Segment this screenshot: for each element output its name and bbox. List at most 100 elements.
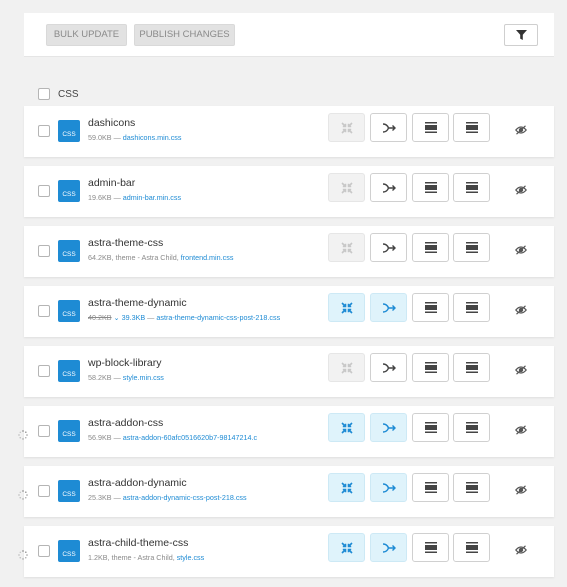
minify-button[interactable]: [328, 413, 365, 442]
defer-button[interactable]: [412, 233, 449, 262]
asset-row: CSS astra-child-theme-css 1.2KB, theme - A…: [18, 526, 554, 577]
defer-button[interactable]: [412, 113, 449, 142]
defer-button[interactable]: [412, 413, 449, 442]
asset-file-link[interactable]: admin-bar.min.css: [123, 193, 181, 202]
defer-icon: [424, 542, 437, 553]
minify-icon: [340, 541, 353, 554]
row-checkbox[interactable]: [38, 485, 50, 497]
css-file-icon: CSS: [58, 240, 80, 262]
original-size: 40.2KB: [88, 313, 112, 322]
asset-handle: astra-addon-css: [88, 417, 164, 429]
defer-icon: [424, 362, 437, 373]
eye-slash-icon: [515, 545, 527, 555]
asset-file-link[interactable]: frontend.min.css: [181, 253, 234, 262]
async-button[interactable]: [453, 533, 490, 562]
css-file-icon: CSS: [58, 180, 80, 202]
asset-meta: 19.6KB — admin-bar.min.css: [88, 193, 181, 202]
merge-arrow-icon: [382, 362, 396, 373]
minify-icon: [340, 121, 353, 134]
minify-button[interactable]: [328, 293, 365, 322]
asset-file-link[interactable]: astra-addon-dynamic-css-post-218.css: [123, 493, 247, 502]
asset-row: CSS astra-addon-css 56.9KB — astra-addon-6…: [18, 406, 554, 457]
row-checkbox[interactable]: [38, 545, 50, 557]
asset-file-link[interactable]: astra-theme-dynamic-css-post-218.css: [156, 313, 280, 322]
select-all-checkbox[interactable]: [38, 88, 50, 100]
asset-size: 56.9KB: [88, 433, 112, 442]
combine-button[interactable]: [370, 233, 407, 262]
async-icon: [465, 542, 478, 553]
combine-button[interactable]: [370, 413, 407, 442]
unload-button[interactable]: [514, 123, 528, 137]
minify-button[interactable]: [328, 113, 365, 142]
merge-arrow-icon: [382, 482, 396, 493]
combine-button[interactable]: [370, 113, 407, 142]
async-button[interactable]: [453, 113, 490, 142]
meta-separator: —: [145, 313, 157, 322]
defer-button[interactable]: [412, 353, 449, 382]
defer-button[interactable]: [412, 173, 449, 202]
combine-button[interactable]: [370, 173, 407, 202]
eye-slash-icon: [515, 125, 527, 135]
combine-button[interactable]: [370, 353, 407, 382]
unload-button[interactable]: [514, 183, 528, 197]
row-checkbox[interactable]: [38, 245, 50, 257]
merge-arrow-icon: [382, 302, 396, 313]
minify-button[interactable]: [328, 173, 365, 202]
combine-button[interactable]: [370, 473, 407, 502]
unload-button[interactable]: [514, 303, 528, 317]
async-button[interactable]: [453, 473, 490, 502]
asset-meta: 56.9KB — astra-addon-60afc0516620b7-9814…: [88, 433, 257, 442]
defer-icon: [424, 302, 437, 313]
unload-button[interactable]: [514, 363, 528, 377]
meta-separator: —: [111, 373, 123, 382]
async-button[interactable]: [453, 173, 490, 202]
asset-meta: 58.2KB — style.min.css: [88, 373, 164, 382]
minify-button[interactable]: [328, 233, 365, 262]
asset-file-link[interactable]: astra-addon-60afc0516620b7-98147214.c: [123, 433, 257, 442]
defer-button[interactable]: [412, 473, 449, 502]
asset-size: 1.2KB, theme - Astra Child,: [88, 553, 177, 562]
row-checkbox[interactable]: [38, 365, 50, 377]
asset-handle: astra-theme-css: [88, 237, 164, 249]
merge-arrow-icon: [382, 122, 396, 133]
publish-changes-button[interactable]: PUBLISH CHANGES: [134, 24, 235, 46]
unload-button[interactable]: [514, 243, 528, 257]
eye-slash-icon: [515, 245, 527, 255]
css-file-icon: CSS: [58, 300, 80, 322]
async-button[interactable]: [453, 293, 490, 322]
asset-row: CSS dashicons 59.0KB — dashicons.min.css: [24, 106, 554, 157]
unload-button[interactable]: [514, 423, 528, 437]
asset-meta: 59.0KB — dashicons.min.css: [88, 133, 182, 142]
merge-arrow-icon: [382, 422, 396, 433]
row-checkbox[interactable]: [38, 125, 50, 137]
filter-button[interactable]: [504, 24, 538, 46]
minify-button[interactable]: [328, 533, 365, 562]
asset-handle: astra-theme-dynamic: [88, 297, 187, 309]
asset-file-link[interactable]: style.css: [177, 553, 205, 562]
asset-file-link[interactable]: style.min.css: [123, 373, 164, 382]
async-button[interactable]: [453, 233, 490, 262]
asset-handle: astra-addon-dynamic: [88, 477, 187, 489]
defer-button[interactable]: [412, 293, 449, 322]
unload-button[interactable]: [514, 543, 528, 557]
row-checkbox[interactable]: [38, 185, 50, 197]
combine-button[interactable]: [370, 533, 407, 562]
asset-file-link[interactable]: dashicons.min.css: [123, 133, 182, 142]
row-checkbox[interactable]: [38, 305, 50, 317]
combine-button[interactable]: [370, 293, 407, 322]
eye-slash-icon: [515, 365, 527, 375]
bulk-update-button[interactable]: BULK UPDATE: [46, 24, 127, 46]
asset-meta: 25.3KB — astra-addon-dynamic-css-post-21…: [88, 493, 247, 502]
async-button[interactable]: [453, 353, 490, 382]
row-checkbox[interactable]: [38, 425, 50, 437]
section-header: CSS: [38, 87, 79, 101]
minify-button[interactable]: [328, 353, 365, 382]
defer-button[interactable]: [412, 533, 449, 562]
asset-meta: 40.2KB ⌄ 39.3KB — astra-theme-dynamic-cs…: [88, 313, 280, 322]
async-icon: [465, 122, 478, 133]
css-file-icon: CSS: [58, 420, 80, 442]
async-button[interactable]: [453, 413, 490, 442]
loading-spinner-icon: [18, 427, 28, 440]
minify-button[interactable]: [328, 473, 365, 502]
unload-button[interactable]: [514, 483, 528, 497]
